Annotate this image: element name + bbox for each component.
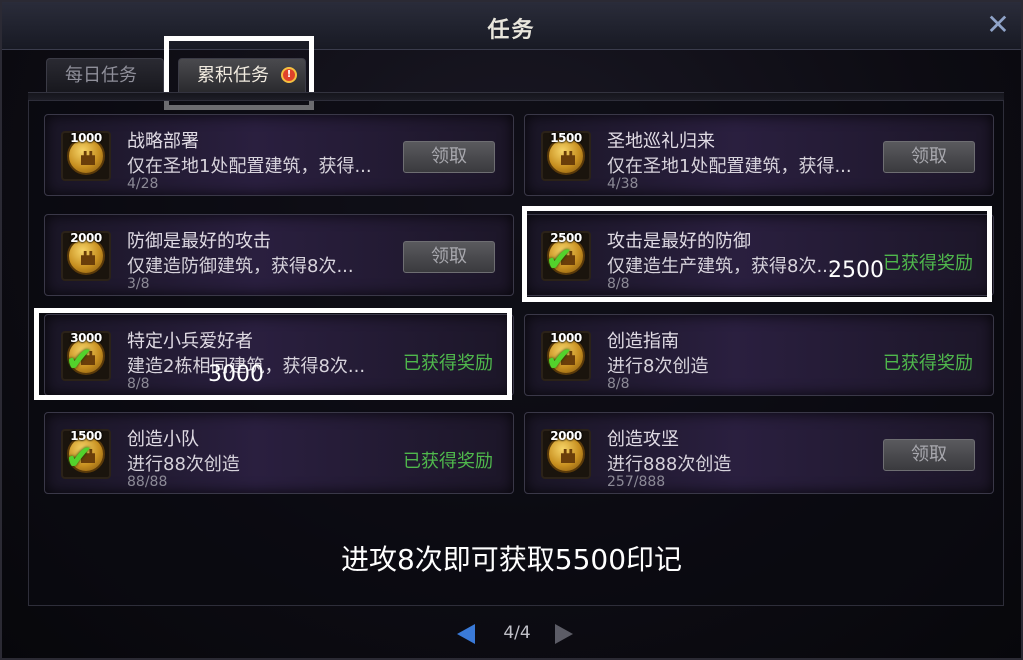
close-icon[interactable]: ✕ (983, 10, 1013, 40)
task-title: 创造攻坚 (607, 429, 679, 450)
tab-cumulative-tasks[interactable]: 累积任务! (178, 58, 306, 92)
task-progress: 4/28 (127, 176, 159, 192)
panel-divider (28, 92, 1004, 100)
window-title: 任务 (487, 18, 536, 43)
annotation-2500: 2500 (828, 258, 884, 283)
task-progress: 257/888 (607, 474, 666, 490)
pagination: 4/4 (457, 620, 577, 648)
reward-amount: 1000 (70, 131, 102, 145)
task-description: 进行8次创造 (607, 356, 709, 377)
task-title: 创造指南 (607, 331, 679, 352)
task-title: 特定小兵爱好者 (127, 331, 253, 352)
task-description: 进行88次创造 (127, 454, 240, 475)
reward-claimed-label: 已获得奖励 (403, 353, 493, 374)
task-progress: 8/8 (607, 276, 630, 292)
reward-claimed-label: 已获得奖励 (883, 353, 973, 374)
alert-icon: ! (281, 67, 297, 83)
task-title: 圣地巡礼归来 (607, 131, 715, 152)
task-title: 攻击是最好的防御 (607, 231, 751, 252)
reward-amount: 2000 (550, 429, 582, 443)
task-description: 仅建造生产建筑，获得8次... (607, 256, 834, 277)
reward-icon: 2000 (541, 429, 591, 479)
task-card: 1500 ✔ 创造小队 进行88次创造 88/88 已获得奖励 (44, 412, 514, 494)
task-progress: 88/88 (127, 474, 168, 490)
reward-icon: 1500 (541, 131, 591, 181)
task-title: 战略部署 (127, 131, 199, 152)
page-indicator: 4/4 (503, 623, 531, 643)
reward-claimed-label: 已获得奖励 (883, 253, 973, 274)
prev-page-icon[interactable] (457, 624, 475, 644)
task-window: 任务 ✕ 每日任务 累积任务! 1000 战略部署 仅在圣地1处配置建筑，获得.… (0, 0, 1023, 660)
checkmark-icon: ✔ (65, 340, 94, 380)
claim-button[interactable]: 领取 (883, 141, 975, 173)
task-card: 1000 战略部署 仅在圣地1处配置建筑，获得... 4/28 领取 (44, 114, 514, 196)
task-card: 1500 圣地巡礼归来 仅在圣地1处配置建筑，获得... 4/38 领取 (524, 114, 994, 196)
annotation-3000: 3000 (208, 362, 264, 387)
checkmark-icon: ✔ (545, 340, 574, 380)
claim-button[interactable]: 领取 (403, 241, 495, 273)
reward-amount: 2000 (70, 231, 102, 245)
task-card: 1000 ✔ 创造指南 进行8次创造 8/8 已获得奖励 (524, 314, 994, 396)
reward-claimed-label: 已获得奖励 (403, 451, 493, 472)
task-progress: 3/8 (127, 276, 150, 292)
reward-amount: 1500 (550, 131, 582, 145)
task-description: 仅在圣地1处配置建筑，获得... (607, 156, 852, 177)
task-card: 2000 创造攻坚 进行888次创造 257/888 领取 (524, 412, 994, 494)
tab-daily-tasks[interactable]: 每日任务 (46, 58, 164, 92)
tab-daily-tasks-label: 每日任务 (65, 65, 137, 86)
task-description: 仅建造防御建筑，获得8次... (127, 256, 354, 277)
reward-icon: 1000 (61, 131, 111, 181)
task-description: 仅在圣地1处配置建筑，获得... (127, 156, 372, 177)
checkmark-icon: ✔ (65, 438, 94, 478)
next-page-icon[interactable] (555, 624, 573, 644)
tab-cumulative-tasks-label: 累积任务 (197, 65, 269, 86)
reward-icon: 3000 ✔ (61, 331, 111, 381)
claim-button[interactable]: 领取 (403, 141, 495, 173)
reward-icon: 1000 ✔ (541, 331, 591, 381)
task-progress: 8/8 (607, 376, 630, 392)
claim-button[interactable]: 领取 (883, 439, 975, 471)
task-card: 2000 防御是最好的攻击 仅建造防御建筑，获得8次... 3/8 领取 (44, 214, 514, 296)
task-description: 进行888次创造 (607, 454, 732, 475)
caption-text: 进攻8次即可获取5500印记 (340, 543, 683, 576)
reward-icon: 2000 (61, 231, 111, 281)
task-card: 2500 ✔ 攻击是最好的防御 仅建造生产建筑，获得8次... 8/8 已获得奖励 (524, 214, 994, 296)
task-title: 创造小队 (127, 429, 199, 450)
reward-icon: 1500 ✔ (61, 429, 111, 479)
checkmark-icon: ✔ (545, 240, 574, 280)
title-bar: 任务 ✕ (2, 2, 1021, 50)
task-progress: 8/8 (127, 376, 150, 392)
task-title: 防御是最好的攻击 (127, 231, 271, 252)
task-progress: 4/38 (607, 176, 639, 192)
task-card: 3000 ✔ 特定小兵爱好者 建造2栋相同建筑，获得8次... 8/8 已获得奖励 (44, 314, 514, 396)
reward-icon: 2500 ✔ (541, 231, 591, 281)
